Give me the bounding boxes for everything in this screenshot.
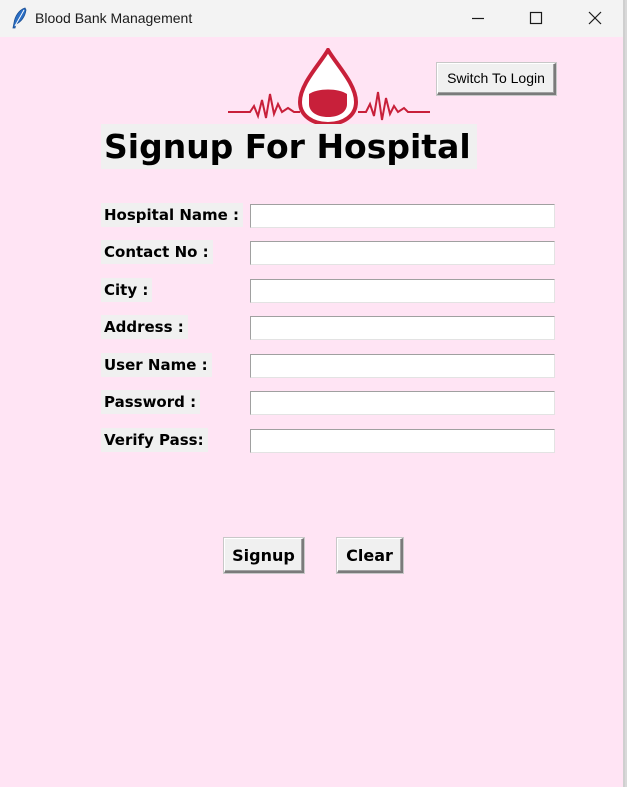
user-name-label: User Name : (101, 353, 212, 377)
maximize-button[interactable] (507, 0, 565, 37)
password-input[interactable] (250, 391, 555, 415)
verify-pass-label: Verify Pass: (101, 428, 208, 452)
switch-to-login-button[interactable]: Switch To Login (437, 63, 556, 95)
city-input[interactable] (250, 279, 555, 303)
contact-no-label: Contact No : (101, 240, 213, 264)
blood-drop-heartbeat-icon (228, 45, 430, 127)
address-input[interactable] (250, 316, 555, 340)
feather-icon (11, 7, 29, 29)
minimize-icon (472, 17, 484, 20)
signup-button[interactable]: Signup (224, 538, 304, 573)
clear-button[interactable]: Clear (337, 538, 403, 573)
user-name-input[interactable] (250, 354, 555, 378)
maximize-icon (529, 11, 543, 25)
minimize-button[interactable] (449, 0, 507, 37)
close-icon (588, 11, 602, 25)
city-label: City : (101, 278, 153, 302)
password-label: Password : (101, 390, 201, 414)
hospital-name-input[interactable] (250, 204, 555, 228)
hospital-name-label: Hospital Name : (101, 203, 244, 227)
contact-no-input[interactable] (250, 241, 555, 265)
verify-pass-input[interactable] (250, 429, 555, 453)
page-title: Signup For Hospital (101, 124, 477, 169)
title-bar[interactable]: Blood Bank Management (0, 0, 623, 37)
window-title: Blood Bank Management (35, 10, 193, 26)
app-window: Blood Bank Management Switch To Login Si… (0, 0, 625, 787)
close-button[interactable] (566, 0, 623, 37)
address-label: Address : (101, 315, 188, 339)
